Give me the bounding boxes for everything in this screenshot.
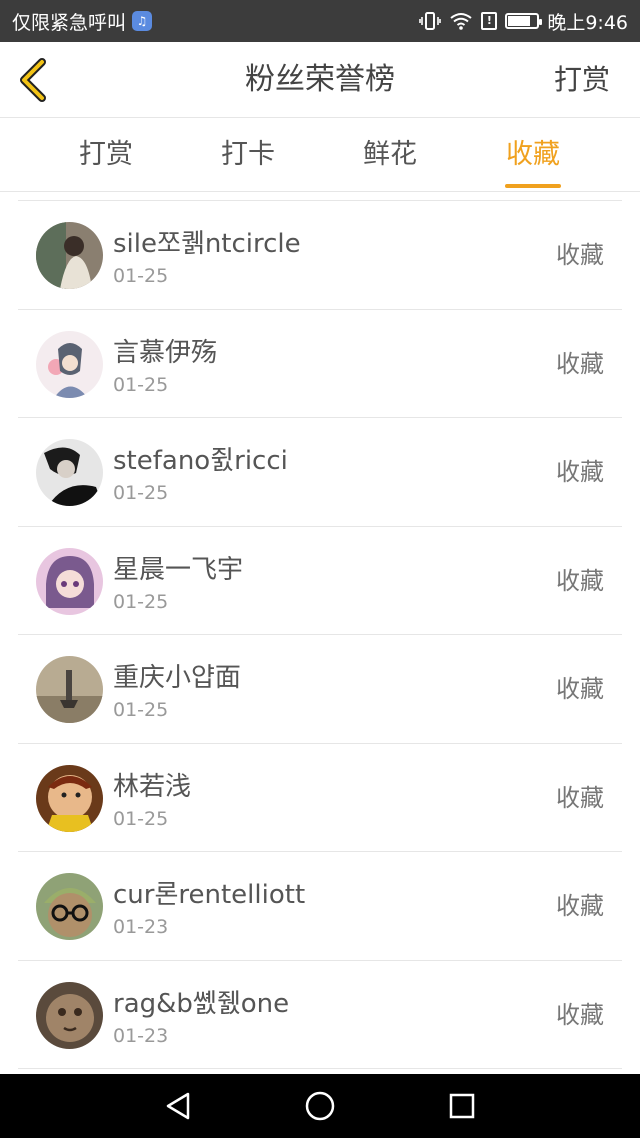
avatar: [36, 764, 103, 832]
list-item[interactable]: rag&b쏈쥀one 01-23 收藏: [18, 961, 622, 1069]
battery-icon: [505, 13, 543, 29]
action-label: 收藏: [556, 1000, 604, 1029]
avatar: [36, 981, 103, 1049]
avatar: [36, 547, 103, 615]
user-name: 林若浅: [113, 771, 192, 802]
avatar: [36, 222, 103, 289]
list-item[interactable]: 星晨一飞宇 01-25 收藏: [18, 527, 622, 635]
music-app-icon: ♫: [132, 11, 153, 31]
avatar: [36, 439, 103, 506]
user-name: 重庆小얍面: [113, 663, 241, 693]
date: 01-25: [113, 265, 169, 287]
page-title: 粉丝荣誉榜: [245, 62, 395, 97]
vibrate-icon: [419, 11, 442, 31]
avatar: [36, 330, 103, 398]
action-label: 收藏: [556, 892, 604, 920]
user-name: 言慕伊殇: [113, 337, 218, 368]
user-name: rag&b쏈쥀one: [113, 988, 290, 1019]
action-label: 收藏: [556, 349, 604, 378]
list-item[interactable]: cur론rentelliott 01-23 收藏: [18, 852, 622, 961]
user-name: sile쪼퀡ntcircle: [113, 229, 301, 259]
wifi-icon: [449, 11, 473, 31]
tab-reward[interactable]: 打赏: [46, 118, 166, 192]
action-label: 收藏: [556, 458, 604, 486]
list-item[interactable]: stefano쥜ricci 01-25 收藏: [18, 418, 622, 527]
back-triangle-icon[interactable]: [160, 1088, 196, 1124]
reward-button[interactable]: 打赏: [554, 42, 610, 118]
date: 01-25: [113, 590, 169, 613]
recents-square-icon[interactable]: [444, 1088, 480, 1124]
action-label: 收藏: [556, 566, 604, 595]
date: 01-25: [113, 699, 169, 721]
status-carrier-text: 仅限紧急呼叫: [12, 11, 127, 34]
user-name: 星晨一飞宇: [113, 554, 244, 585]
user-name: cur론rentelliott: [113, 880, 306, 910]
alert-icon: !: [481, 12, 498, 30]
action-label: 收藏: [556, 675, 604, 703]
home-circle-icon[interactable]: [302, 1088, 338, 1124]
user-name: stefano쥜ricci: [113, 446, 288, 476]
tab-flowers[interactable]: 鲜花: [330, 118, 450, 192]
tab-favorites-label: 收藏: [506, 139, 560, 170]
date: 01-23: [113, 1024, 169, 1047]
system-nav-bar: [0, 1074, 640, 1138]
date: 01-25: [113, 373, 169, 396]
header: 粉丝荣誉榜 打赏: [0, 42, 640, 118]
status-bar: 仅限紧急呼叫 ♫ ! 晚上9:46: [0, 0, 640, 42]
fan-list: sile쪼퀡ntcircle 01-25 收藏 言慕伊殇 01-25 收藏 st…: [18, 200, 622, 1072]
tab-checkin[interactable]: 打卡: [188, 118, 308, 192]
action-label: 收藏: [556, 241, 604, 269]
date: 01-25: [113, 482, 169, 504]
date: 01-23: [113, 916, 169, 938]
list-item[interactable]: 言慕伊殇 01-25 收藏: [18, 310, 622, 418]
list-item[interactable]: 重庆小얍面 01-25 收藏: [18, 635, 622, 744]
tab-bar: 打赏 打卡 鲜花 收藏: [0, 118, 640, 192]
avatar: [36, 873, 103, 940]
list-item[interactable]: 林若浅 01-25 收藏: [18, 744, 622, 852]
date: 01-25: [113, 807, 169, 830]
avatar: [36, 656, 103, 723]
active-tab-indicator: [505, 184, 561, 188]
list-item[interactable]: sile쪼퀡ntcircle 01-25 收藏: [18, 201, 622, 310]
tab-favorites[interactable]: 收藏: [473, 118, 593, 192]
status-time: 晚上9:46: [547, 11, 628, 34]
action-label: 收藏: [556, 783, 604, 812]
